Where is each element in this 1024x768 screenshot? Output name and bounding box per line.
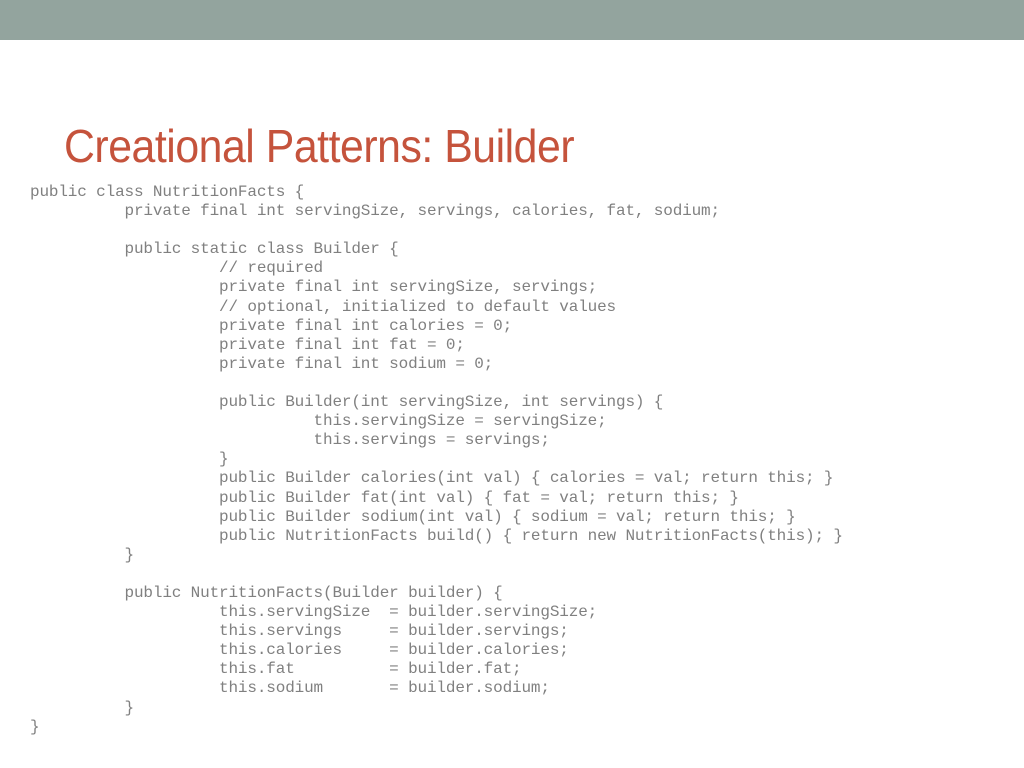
code-line: this.servingSize = servingSize;: [30, 412, 607, 431]
code-line: // optional, initialized to default valu…: [30, 297, 616, 316]
code-line: }: [30, 698, 135, 717]
code-line: private final int servingSize, servings;: [30, 278, 598, 297]
header-accent-bar: [0, 0, 1024, 40]
code-line: public Builder calories(int val) { calor…: [30, 469, 834, 488]
code-line: }: [30, 545, 135, 564]
slide: Creational Patterns: Builder public clas…: [0, 0, 1024, 768]
code-line: }: [30, 717, 40, 736]
code-line: this.servingSize = builder.servingSize;: [30, 603, 598, 622]
code-line: private final int fat = 0;: [30, 335, 465, 354]
code-line: private final int servingSize, servings,…: [30, 202, 721, 221]
code-line: public class NutritionFacts {: [30, 183, 305, 201]
code-line: public Builder fat(int val) { fat = val;…: [30, 488, 739, 507]
code-line: public static class Builder {: [30, 240, 399, 259]
code-line: // required: [30, 259, 323, 278]
code-line: private final int calories = 0;: [30, 316, 513, 335]
code-line: this.servings = servings;: [30, 431, 550, 450]
code-line: this.servings = builder.servings;: [30, 622, 569, 641]
code-line: this.sodium = builder.sodium;: [30, 679, 550, 698]
code-block: public class NutritionFacts { private fi…: [30, 183, 1000, 737]
code-line: public NutritionFacts(Builder builder) {: [30, 583, 503, 602]
code-line: public Builder(int servingSize, int serv…: [30, 393, 664, 412]
code-line: this.fat = builder.fat;: [30, 660, 522, 679]
page-title: Creational Patterns: Builder: [64, 119, 575, 172]
code-line: public Builder sodium(int val) { sodium …: [30, 507, 796, 526]
code-line: private final int sodium = 0;: [30, 354, 494, 373]
code-line: this.calories = builder.calories;: [30, 641, 569, 660]
code-line: }: [30, 450, 229, 469]
code-line: public NutritionFacts build() { return n…: [30, 526, 843, 545]
